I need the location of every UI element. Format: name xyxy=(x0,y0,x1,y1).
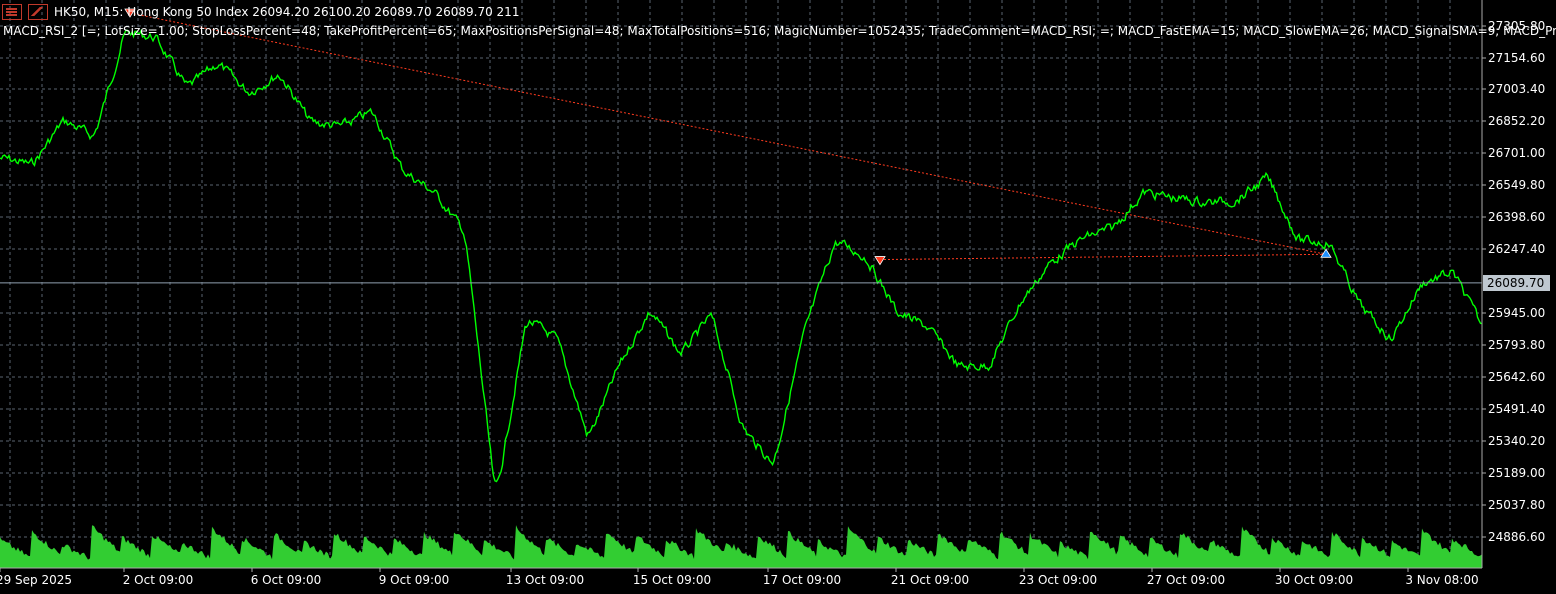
time-axis: 29 Sep 2025 2 Oct 09:00 6 Oct 09:00 9 Oct 0… xyxy=(0,568,1479,587)
x-tick-label: 6 Oct 09:00 xyxy=(251,573,322,587)
x-tick-label: 23 Oct 09:00 xyxy=(1019,573,1097,587)
y-tick-label: 25642.60 xyxy=(1488,370,1545,384)
x-tick-label: 9 Oct 09:00 xyxy=(379,573,450,587)
y-tick-label: 26549.80 xyxy=(1488,178,1545,192)
price-line xyxy=(0,29,1483,483)
x-tick-label: 13 Oct 09:00 xyxy=(506,573,584,587)
one-click-trading-icon[interactable] xyxy=(2,4,22,20)
y-tick-label: 26247.40 xyxy=(1488,242,1545,256)
x-tick-label: 3 Nov 08:00 xyxy=(1405,573,1478,587)
y-tick-label: 26701.00 xyxy=(1488,146,1545,160)
volume-histogram xyxy=(0,525,1482,568)
y-tick-label: 26852.20 xyxy=(1488,114,1545,128)
sell-arrow-icon xyxy=(874,256,886,266)
trade-line xyxy=(129,12,1327,255)
y-tick-label: 25189.00 xyxy=(1488,466,1545,480)
x-tick-label: 15 Oct 09:00 xyxy=(633,573,711,587)
y-tick-label: 24886.60 xyxy=(1488,530,1545,544)
symbol-header: HK50, M15: Hong Kong 50 Index 26094.20 2… xyxy=(2,4,519,20)
y-tick-label: 25793.80 xyxy=(1488,338,1545,352)
symbol-info: HK50, M15: Hong Kong 50 Index 26094.20 2… xyxy=(54,5,520,19)
trade-line xyxy=(879,253,1327,261)
y-tick-label: 26398.60 xyxy=(1488,210,1545,224)
y-tick-label: 27003.40 xyxy=(1488,82,1545,96)
grid-lines xyxy=(0,0,1482,568)
chart-window[interactable]: 27305.80 27154.60 27003.40 26852.20 26701.00… xyxy=(0,0,1556,594)
x-tick-label: 17 Oct 09:00 xyxy=(763,573,841,587)
y-tick-label: 25945.00 xyxy=(1488,306,1545,320)
volume-area xyxy=(0,525,1482,568)
x-tick-label: 29 Sep 2025 xyxy=(0,573,72,587)
x-tick-label: 2 Oct 09:00 xyxy=(123,573,194,587)
y-tick-label: 25037.80 xyxy=(1488,498,1545,512)
x-tick-label: 21 Oct 09:00 xyxy=(891,573,969,587)
ea-parameters: MACD_RSI_2 [=; LotSize=1.00; StopLossPer… xyxy=(3,24,1556,38)
x-tick-label: 30 Oct 09:00 xyxy=(1275,573,1353,587)
y-tick-label: 25491.40 xyxy=(1488,402,1545,416)
current-price-tag: 26089.70 xyxy=(1483,275,1550,291)
trade-lines xyxy=(129,12,1327,261)
trade-markers xyxy=(124,8,1332,266)
x-tick-label: 27 Oct 09:00 xyxy=(1147,573,1225,587)
y-tick-label: 25340.20 xyxy=(1488,434,1545,448)
price-chart[interactable]: 27305.8027154.6027003.4026852.2026701.00… xyxy=(0,0,1556,594)
indicator-icon[interactable] xyxy=(28,4,48,20)
y-tick-label: 27154.60 xyxy=(1488,51,1545,65)
